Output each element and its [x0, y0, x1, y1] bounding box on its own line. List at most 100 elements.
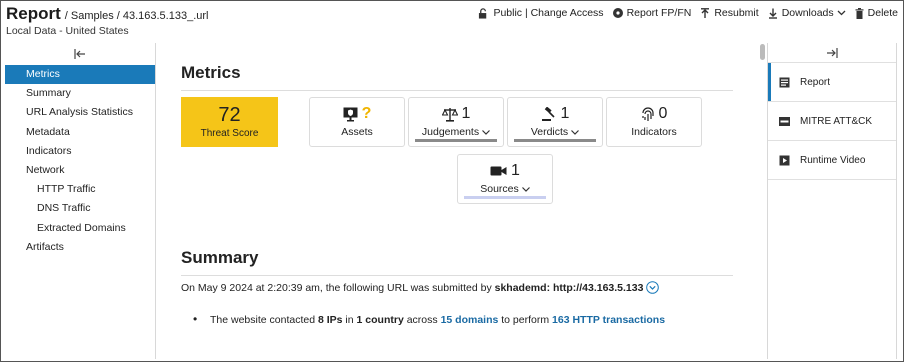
- report-icon: [779, 77, 790, 87]
- metrics-heading: Metrics: [181, 63, 241, 82]
- chevron-down-icon: [571, 129, 580, 135]
- gavel-icon: [541, 106, 555, 121]
- country-count: 1 country: [356, 314, 404, 326]
- page-header: Report / Samples / 43.163.5.133_.url Loc…: [6, 4, 898, 40]
- judgements-underline: [415, 139, 497, 142]
- network-text-3: across: [403, 314, 441, 326]
- assets-label: Assets: [341, 126, 373, 138]
- collapse-left-icon: [74, 49, 85, 59]
- right-panel: Report MITRE ATT&CK Runtime Video: [767, 43, 897, 359]
- camera-icon: [490, 166, 507, 176]
- sidebar-item-summary[interactable]: Summary: [5, 84, 155, 103]
- collapse-sidebar-button[interactable]: [5, 43, 155, 65]
- summary-divider: [181, 275, 733, 276]
- main-content: Metrics 72 Threat Score ? Assets 1 Judge…: [157, 43, 757, 359]
- report-fp-fn-label: Report FP/FN: [626, 7, 692, 19]
- http-transactions-link[interactable]: 163 HTTP transactions: [552, 314, 665, 326]
- verdicts-label: Verdicts: [530, 126, 569, 138]
- change-access-button[interactable]: Public | Change Access: [478, 7, 604, 19]
- collapse-right-icon: [827, 47, 838, 58]
- right-item-mitre-attack[interactable]: MITRE ATT&CK: [768, 102, 896, 141]
- metrics-divider: [181, 90, 733, 91]
- bullet-dot: •: [193, 312, 198, 326]
- verdicts-card[interactable]: 1 Verdicts: [507, 97, 603, 147]
- judgements-card[interactable]: 1 Judgements: [408, 97, 504, 147]
- right-item-runtime-video[interactable]: Runtime Video: [768, 141, 896, 180]
- sidebar-item-extracted-domains[interactable]: Extracted Domains: [5, 219, 155, 238]
- sources-dropdown[interactable]: Sources: [480, 183, 530, 195]
- chevron-down-icon: [482, 129, 491, 135]
- threat-score-value: 72: [218, 104, 241, 126]
- monitor-shield-icon: [343, 107, 358, 121]
- left-sidebar: Metrics Summary URL Analysis Statistics …: [5, 43, 156, 359]
- sidebar-item-indicators[interactable]: Indicators: [5, 142, 155, 161]
- submission-text: On May 9 2024 at 2:20:39 am, the followi…: [181, 281, 495, 294]
- sidebar-item-network[interactable]: Network: [5, 161, 155, 180]
- fingerprint-icon: [641, 106, 654, 121]
- delete-label: Delete: [867, 7, 898, 19]
- summary-submission-line: On May 9 2024 at 2:20:39 am, the followi…: [181, 281, 660, 294]
- right-item-runtime-video-label: Runtime Video: [800, 154, 866, 166]
- data-region-label: Local Data - United States: [6, 25, 129, 37]
- change-access-label: Public | Change Access: [493, 7, 604, 19]
- collapse-right-panel-button[interactable]: [768, 43, 896, 63]
- sources-card[interactable]: 1 Sources: [457, 154, 553, 204]
- sidebar-item-http-traffic[interactable]: HTTP Traffic: [5, 180, 155, 199]
- scrollbar-thumb[interactable]: [760, 44, 765, 60]
- downloads-label: Downloads: [781, 7, 834, 19]
- report-window: Report / Samples / 43.163.5.133_.url Loc…: [0, 0, 904, 362]
- unlock-icon: [479, 7, 487, 19]
- judgements-dropdown[interactable]: Judgements: [421, 126, 491, 138]
- network-text-1: The website contacted: [210, 314, 318, 326]
- play-icon: [779, 155, 790, 165]
- sidebar-item-metrics[interactable]: Metrics: [5, 65, 155, 85]
- upload-icon: [701, 7, 710, 18]
- scales-icon: [441, 107, 458, 122]
- trash-icon: [855, 7, 864, 19]
- sidebar-item-url-analysis-statistics[interactable]: URL Analysis Statistics: [5, 103, 155, 122]
- verdicts-value: 1: [560, 105, 570, 122]
- download-icon: [768, 8, 777, 19]
- submitter-name: skhademd: [494, 281, 547, 294]
- sidebar-item-metadata[interactable]: Metadata: [5, 123, 155, 142]
- right-item-mitre-label: MITRE ATT&CK: [800, 115, 873, 127]
- expand-circle-icon[interactable]: [646, 281, 660, 294]
- verdicts-underline: [514, 139, 596, 142]
- sidebar-item-artifacts[interactable]: Artifacts: [5, 238, 155, 257]
- ip-count: 8 IPs: [317, 314, 343, 326]
- sidebar-item-dns-traffic[interactable]: DNS Traffic: [5, 199, 155, 218]
- network-summary-line: The website contacted 8 IPs in 1 country…: [210, 314, 665, 326]
- threat-score-tile: 72 Threat Score: [181, 97, 278, 147]
- summary-heading: Summary: [181, 248, 259, 267]
- threat-score-label: Threat Score: [200, 128, 259, 139]
- delete-button[interactable]: Delete: [855, 7, 898, 19]
- domains-link[interactable]: 15 domains: [441, 314, 499, 326]
- submitted-url: http://43.163.5.133: [552, 281, 644, 294]
- verdicts-dropdown[interactable]: Verdicts: [530, 126, 580, 138]
- right-item-report[interactable]: Report: [768, 63, 896, 102]
- right-item-report-label: Report: [800, 76, 831, 88]
- sidebar-nav: Metrics Summary URL Analysis Statistics …: [5, 65, 155, 257]
- chevron-down-icon: [837, 10, 846, 16]
- downloads-dropdown[interactable]: Downloads: [768, 7, 846, 19]
- resubmit-button[interactable]: Resubmit: [700, 7, 759, 19]
- breadcrumb[interactable]: / Samples / 43.163.5.133_.url: [65, 10, 209, 22]
- sources-label: Sources: [480, 183, 519, 195]
- report-fp-fn-button[interactable]: Report FP/FN: [612, 7, 692, 19]
- judgements-value: 1: [461, 105, 471, 122]
- indicators-label: Indicators: [631, 126, 677, 138]
- indicators-value: 0: [658, 105, 668, 122]
- main-scrollbar[interactable]: [760, 44, 766, 358]
- indicators-card[interactable]: 0 Indicators: [606, 97, 702, 147]
- sources-value: 1: [511, 162, 520, 179]
- mitre-icon: [779, 116, 790, 126]
- resubmit-label: Resubmit: [714, 7, 759, 19]
- assets-card[interactable]: ? Assets: [309, 97, 405, 147]
- report-fp-icon: [612, 8, 623, 18]
- sources-underline: [464, 196, 546, 199]
- network-text-4: to perform: [498, 314, 553, 326]
- judgements-label: Judgements: [421, 126, 480, 138]
- header-actions: Public | Change Access Report FP/FN Resu…: [469, 7, 898, 19]
- network-text-2: in: [342, 314, 357, 326]
- page-title: Report: [6, 4, 61, 23]
